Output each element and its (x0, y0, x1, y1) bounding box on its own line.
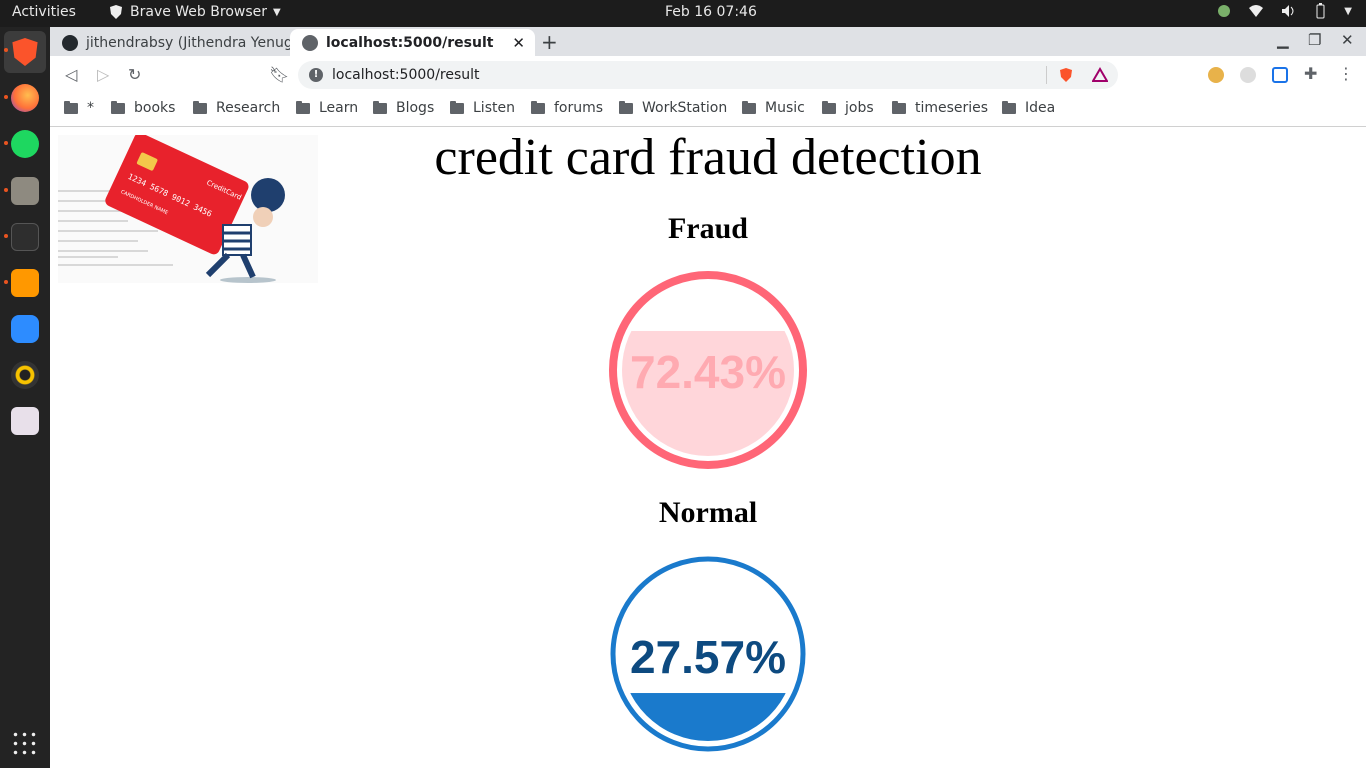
back-button[interactable]: ◁ (65, 65, 77, 84)
bookmark-icon[interactable]: 🔖︎ (269, 65, 289, 84)
update-icon (1218, 5, 1231, 17)
folder-icon (450, 100, 464, 114)
reload-button[interactable]: ↻ (128, 65, 141, 84)
tab-label: localhost:5000/result (326, 34, 494, 51)
extension-s-icon[interactable] (1240, 67, 1256, 83)
system-top-bar: Activities Brave Web Browser ▼ Feb 16 07… (0, 0, 1366, 27)
normal-label: Normal (658, 496, 758, 529)
folder-icon (822, 100, 836, 114)
bookmark-folder[interactable]: * (64, 100, 94, 116)
tab-localhost-result[interactable]: localhost:5000/result ✕ (290, 29, 535, 56)
dock (0, 27, 50, 768)
bookmark-folder[interactable]: books (111, 100, 175, 116)
normal-gauge: 27.57% (610, 556, 806, 752)
new-tab-button[interactable]: + (541, 30, 558, 54)
folder-icon (1002, 100, 1016, 114)
page-content: credit card fraud detection CreditCard 1… (50, 128, 1366, 768)
bookmark-folder[interactable]: timeseries (892, 100, 988, 116)
files-icon[interactable] (11, 177, 39, 205)
bookmark-folder[interactable]: Idea (1002, 100, 1055, 116)
bookmarks-bar: * books Research Learn Blogs Listen foru… (50, 94, 1366, 127)
chevron-down-icon: ▼ (1344, 5, 1352, 17)
chevron-down-icon: ▼ (273, 6, 281, 18)
bookmark-folder[interactable]: Blogs (373, 100, 434, 116)
close-window-button[interactable]: ✕ (1341, 31, 1354, 49)
folder-icon (64, 100, 78, 114)
github-icon (62, 34, 78, 51)
folder-icon (892, 100, 906, 114)
bookmark-folder[interactable]: Listen (450, 100, 515, 116)
globe-icon (302, 34, 318, 51)
close-tab-icon[interactable]: ✕ (512, 34, 525, 52)
address-bar[interactable]: ! localhost:5000/result (298, 61, 1118, 89)
system-tray[interactable]: ▼ (1216, 3, 1352, 19)
sublime-text-icon[interactable] (11, 269, 39, 297)
brave-icon (110, 5, 122, 19)
bookmark-folder[interactable]: Research (193, 100, 280, 116)
fraud-gauge: 72.43% (609, 271, 807, 469)
brave-rewards-icon[interactable] (1092, 67, 1108, 83)
tab-label: jithendrabsy (Jithendra Yenugu (86, 34, 290, 51)
volume-icon (1282, 5, 1294, 17)
extensions-puzzle-icon[interactable]: ✚ (1304, 64, 1317, 83)
settings-toggle-icon[interactable] (11, 407, 39, 435)
normal-percent: 27.57% (630, 631, 786, 683)
fraud-label: Fraud (667, 212, 748, 245)
browser-toolbar: ◁ ▷ ↻ 🔖︎ ! localhost:5000/result ✚ ⋮ (50, 56, 1366, 94)
folder-icon (193, 100, 207, 114)
folder-icon (619, 100, 633, 114)
url-text: localhost:5000/result (332, 67, 480, 83)
bookmark-folder[interactable]: Music (742, 100, 805, 116)
maximize-button[interactable]: ❐ (1308, 31, 1321, 49)
credit-card-thief-illustration: CreditCard 1234 5678 9012 3456 CARDHOLDE… (58, 135, 318, 283)
terminal-icon[interactable] (11, 223, 39, 251)
battery-icon (1316, 3, 1325, 19)
app-menu-label: Brave Web Browser (130, 4, 267, 20)
extension-crop-icon[interactable] (1272, 67, 1288, 83)
tab-strip: jithendrabsy (Jithendra Yenugu localhost… (50, 27, 1366, 56)
wifi-icon (1249, 5, 1264, 17)
firefox-icon[interactable] (11, 84, 39, 112)
folder-icon (373, 100, 387, 114)
folder-icon (742, 100, 756, 114)
fraud-percent: 72.43% (630, 346, 786, 398)
minimize-button[interactable]: ▁ (1277, 31, 1289, 49)
activities-button[interactable]: Activities (12, 4, 76, 20)
spotify-icon[interactable] (11, 130, 39, 158)
brave-shields-icon[interactable] (1058, 67, 1074, 83)
tab-github[interactable]: jithendrabsy (Jithendra Yenugu (50, 29, 290, 56)
bookmark-folder[interactable]: forums (531, 100, 603, 116)
bookmark-folder[interactable]: jobs (822, 100, 874, 116)
folder-icon (531, 100, 545, 114)
forward-button[interactable]: ▷ (97, 65, 109, 84)
clock[interactable]: Feb 16 07:46 (665, 4, 757, 20)
show-apps-grid-icon[interactable] (11, 730, 39, 758)
extension-owl-icon[interactable] (1208, 67, 1224, 83)
bookmark-folder[interactable]: Learn (296, 100, 358, 116)
rhythmbox-icon[interactable] (11, 361, 39, 389)
folder-icon (296, 100, 310, 114)
site-info-icon[interactable]: ! (309, 68, 323, 82)
menu-icon[interactable]: ⋮ (1338, 64, 1354, 83)
folder-icon (111, 100, 125, 114)
zoom-icon[interactable] (11, 315, 39, 343)
app-menu[interactable]: Brave Web Browser ▼ (108, 4, 281, 20)
bookmark-folder[interactable]: WorkStation (619, 100, 727, 116)
